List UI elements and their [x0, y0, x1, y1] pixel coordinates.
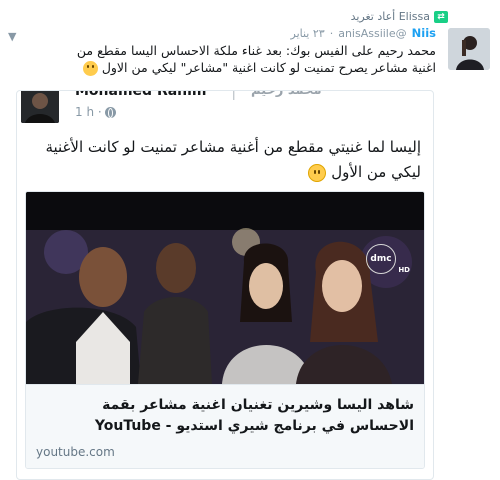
tweet-timestamp[interactable]: ٢٣ يناير — [291, 27, 325, 40]
smiling-face-icon — [308, 163, 327, 182]
quoted-timestamp[interactable]: 1 h · — [75, 105, 102, 119]
tweet-text-line1: محمد رحيم على الفيس بوك: بعد غناء ملكة ا… — [76, 43, 436, 58]
retweet-label: Elissa أعاد تغريد — [350, 10, 430, 23]
globe-icon — [104, 106, 116, 118]
retweet-icon: ⇄ — [434, 10, 448, 23]
quoted-text-body: إليسا لما غنيتي مقطع من أغنية مشاعر تمني… — [45, 138, 421, 181]
avatar[interactable] — [448, 28, 490, 70]
link-card-domain: youtube.com — [36, 445, 115, 459]
quoted-timestamp-row: 1 h · — [75, 105, 116, 119]
tweet-text-line2: اغنية مشاعر يصرح تمنيت لو كانت اغنية "مش… — [101, 60, 436, 75]
tweet-text: محمد رحيم على الفيس بوك: بعد غناء ملكة ا… — [18, 42, 436, 76]
quoted-avatar[interactable] — [21, 91, 59, 123]
tweet-header: Niis @anisAssiile · ٢٣ يناير — [291, 26, 437, 40]
link-preview-card[interactable]: dmc HD شاهد اليسا وشيرين تغنيان اغنية مش… — [25, 191, 425, 469]
quoted-post[interactable]: Mohamed Rahim | محمد رحيم 1 h · إليسا لم… — [16, 90, 434, 480]
quoted-author-name-arabic: محمد رحيم — [251, 90, 322, 98]
quoted-avatar-image — [21, 91, 59, 123]
quoted-author-name[interactable]: Mohamed Rahim — [75, 91, 207, 99]
smiling-face-icon — [82, 61, 98, 76]
author-name[interactable]: Niis — [412, 26, 436, 40]
channel-hd-tag: HD — [398, 266, 410, 274]
name-separator: | — [231, 90, 237, 100]
avatar-image — [448, 28, 490, 70]
link-card-title[interactable]: شاهد اليسا وشيرين تغنيان اغنية مشاعر بقم… — [34, 395, 414, 437]
quoted-text: إليسا لما غنيتي مقطع من أغنية مشاعر تمني… — [25, 135, 421, 185]
retweet-context: Elissa أعاد تغريد ⇄ — [351, 10, 448, 23]
video-thumbnail-image — [26, 192, 424, 384]
separator-dot: · — [329, 27, 334, 40]
link-card-body[interactable]: شاهد اليسا وشيرين تغنيان اغنية مشاعر بقم… — [26, 384, 424, 468]
tweet[interactable]: Elissa أعاد تغريد ⇄ ▼ Niis @anisAssiile … — [0, 0, 500, 480]
video-thumbnail[interactable]: dmc HD — [26, 192, 424, 384]
tweet-text-line2-wrap: اغنية مشاعر يصرح تمنيت لو كانت اغنية "مش… — [18, 59, 436, 76]
chevron-down-icon[interactable]: ▼ — [8, 30, 16, 43]
quoted-post-header: Mohamed Rahim | محمد رحيم 1 h · — [17, 91, 433, 131]
channel-logo: dmc — [366, 244, 396, 274]
author-handle[interactable]: @anisAssiile — [338, 27, 406, 40]
